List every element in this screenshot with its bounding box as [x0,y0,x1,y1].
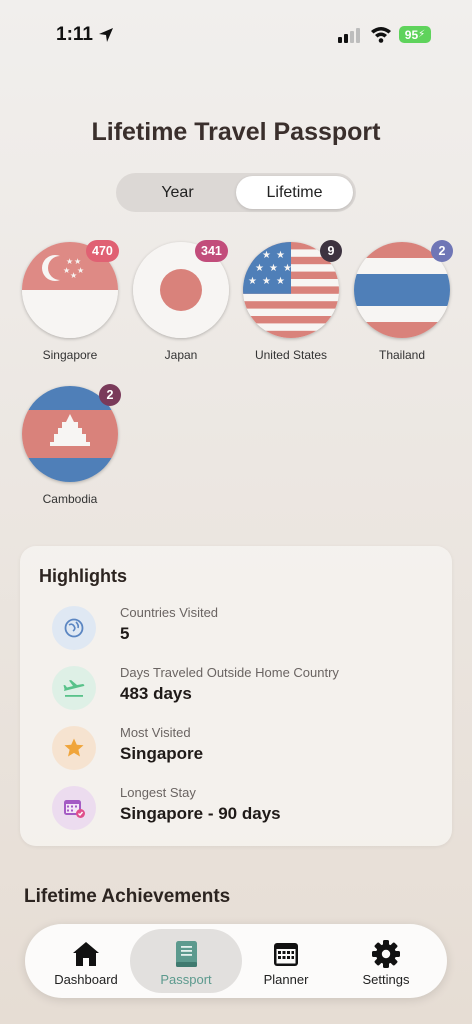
visit-count-badge: 341 [195,240,228,262]
tab-dashboard[interactable]: Dashboard [30,929,142,993]
country-name: Japan [164,348,198,362]
country-cambodia[interactable]: 2 Cambodia [10,384,130,514]
svg-text:★: ★ [276,276,285,287]
highlight-label: Days Traveled Outside Home Country [120,665,339,680]
svg-text:★: ★ [66,257,73,266]
period-segmented-control: Year Lifetime [116,173,356,212]
house-icon [73,942,99,966]
calendar-icon [274,943,298,966]
visit-count-badge: 2 [99,384,121,406]
highlight-label: Longest Stay [120,785,196,800]
tab-passport[interactable]: Passport [130,929,242,993]
svg-text:★: ★ [262,276,271,287]
tab-bar: Dashboard Passport Planner Settings [25,924,447,998]
highlight-countries-visited: Countries Visited 5 [52,602,432,654]
svg-text:★: ★ [248,276,257,287]
page-title: Lifetime Travel Passport [91,118,381,146]
globe-icon [52,606,96,650]
country-flags-grid: ★ ★ ★ ★ ★ 470 Singapore 341 Japan ★ ★ ★ … [0,240,472,520]
passport-book-icon [176,941,197,967]
country-name: Singapore [42,348,98,362]
cellular-signal-icon [338,28,360,43]
tab-label: Dashboard [54,972,118,987]
svg-text:★: ★ [77,266,84,275]
country-name: Thailand [378,348,426,362]
highlight-value: Singapore [120,744,204,763]
svg-text:★: ★ [276,250,285,261]
segment-year[interactable]: Year [119,176,236,209]
visit-count-badge: 470 [86,240,119,262]
airplane-icon [52,666,96,710]
battery-indicator: 95 ⚡ [399,26,431,43]
country-united-states[interactable]: ★ ★ ★ ★ ★ ★ ★ ★ ★ 9 United States [231,240,351,370]
country-name: United States [254,348,328,362]
segment-lifetime[interactable]: Lifetime [236,176,353,209]
status-bar: 1:11 95 ⚡ [0,0,472,70]
star-icon [52,726,96,770]
tab-label: Planner [263,972,309,987]
svg-text:★: ★ [269,263,278,274]
country-name: Cambodia [42,492,98,506]
tab-label: Passport [160,972,212,987]
svg-text:★: ★ [248,250,257,261]
highlight-longest-stay: Longest Stay Singapore - 90 days [52,782,432,834]
wifi-icon [371,27,391,43]
country-japan[interactable]: 341 Japan [121,240,241,370]
svg-text:★: ★ [70,271,77,280]
highlight-value: 483 days [120,684,192,703]
highlights-card: Highlights Countries Visited 5 Days Trav… [20,546,452,846]
svg-text:★: ★ [74,257,81,266]
country-singapore[interactable]: ★ ★ ★ ★ ★ 470 Singapore [10,240,130,370]
gear-icon [372,940,400,968]
svg-text:★: ★ [283,263,292,274]
svg-text:★: ★ [255,263,264,274]
highlight-label: Most Visited [120,725,191,740]
tab-settings[interactable]: Settings [330,929,442,993]
battery-level: 95 [404,27,419,42]
achievements-heading: Lifetime Achievements [24,886,231,907]
tab-label: Settings [362,972,410,987]
highlight-days-traveled: Days Traveled Outside Home Country 483 d… [52,662,432,714]
tab-planner[interactable]: Planner [230,929,342,993]
status-time: 1:11 [56,24,93,45]
calendar-icon [52,786,96,830]
country-thailand[interactable]: 2 Thailand [342,240,462,370]
highlights-title: Highlights [39,566,127,586]
visit-count-badge: 2 [431,240,453,262]
highlight-value: 5 [120,624,130,643]
highlight-label: Countries Visited [120,605,219,620]
highlight-value: Singapore - 90 days [120,804,281,823]
highlight-most-visited: Most Visited Singapore [52,722,432,774]
visit-count-badge: 9 [320,240,342,262]
svg-text:★: ★ [262,250,271,261]
location-arrow-icon [99,28,113,42]
